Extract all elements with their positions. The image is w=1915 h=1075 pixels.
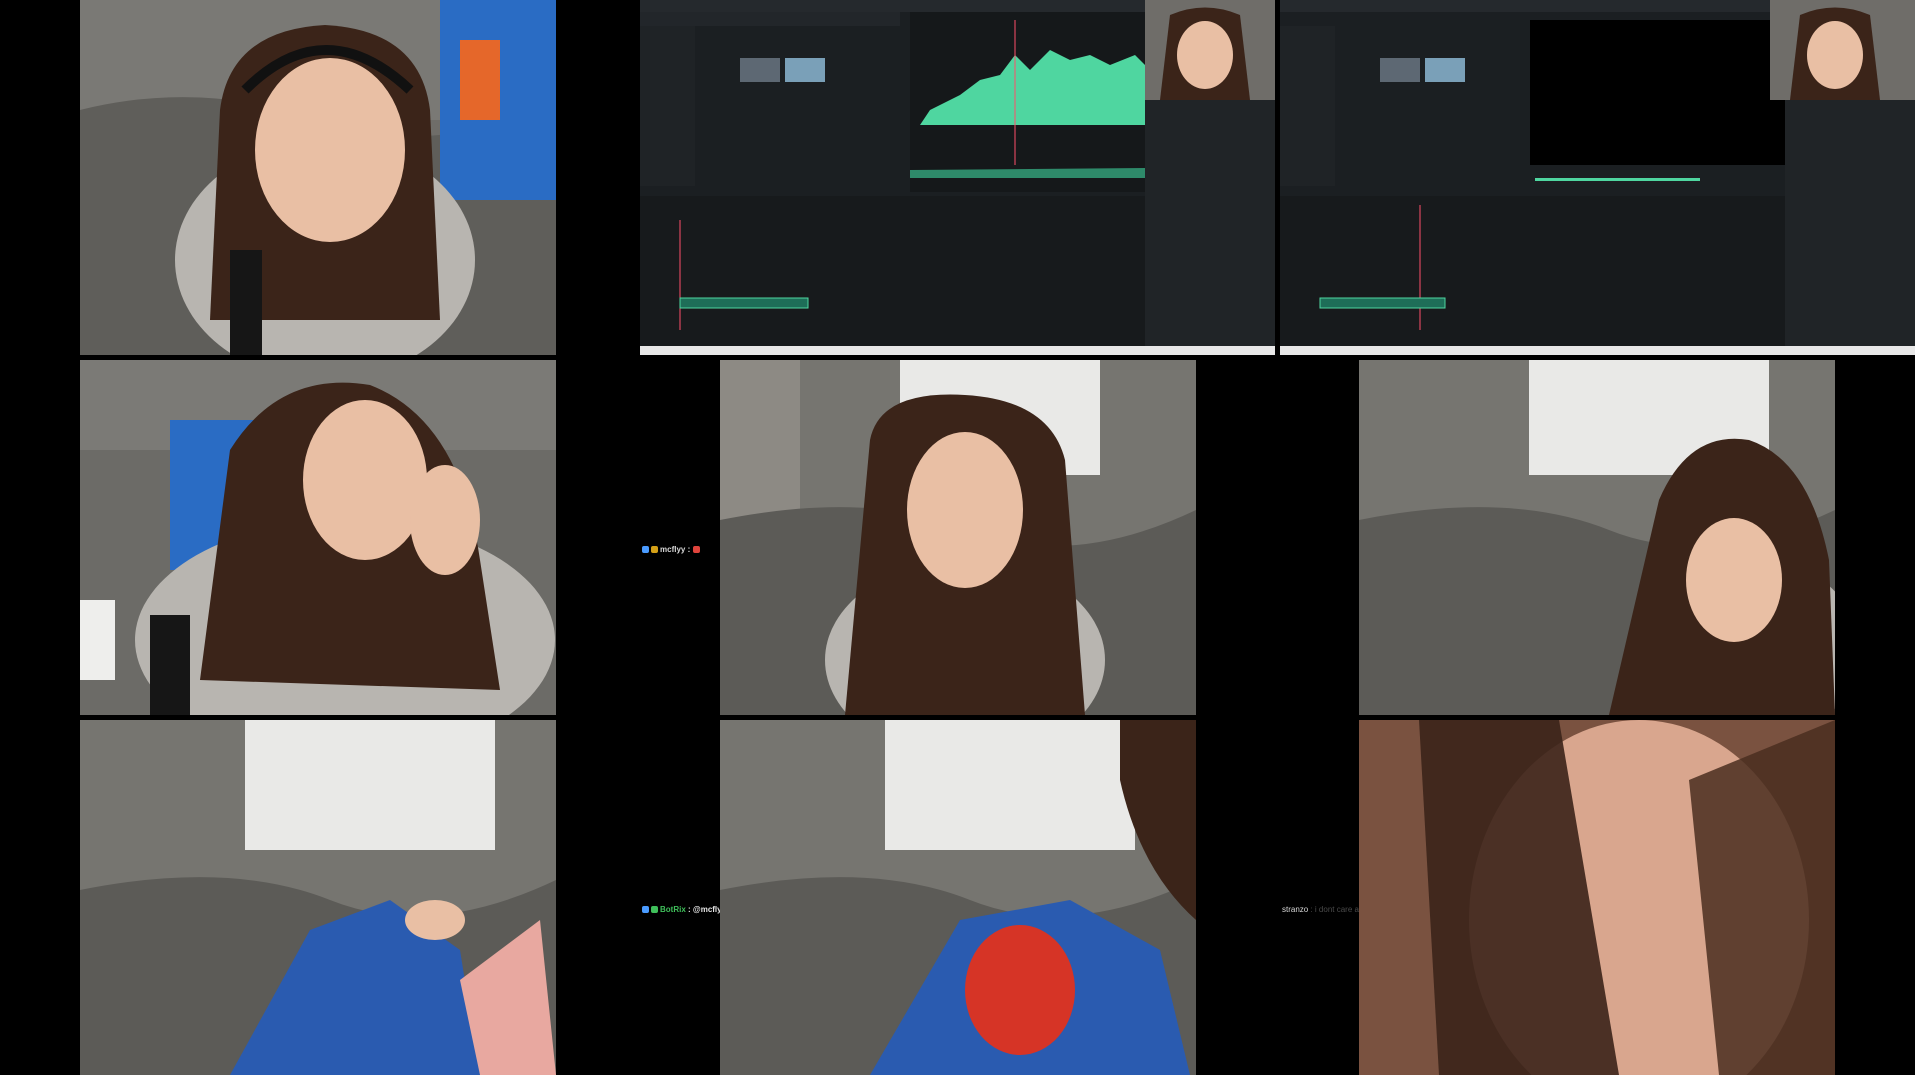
chat-username: stranzo (1282, 905, 1309, 914)
webcam-tile-spiderman-blanket (720, 720, 1196, 1075)
chat-message-stranzo: stranzo : i dont care a (1282, 905, 1359, 914)
webcam-tile-moving (1359, 360, 1835, 715)
check-badge-icon (642, 546, 649, 553)
crown-badge-icon (651, 546, 658, 553)
bot-badge-icon (651, 906, 658, 913)
emote-icon (692, 546, 700, 553)
check-badge-icon (642, 906, 649, 913)
webcam-frame-headset (80, 0, 556, 355)
video-editor-screenshot-right (1280, 0, 1915, 355)
chat-text: : (687, 545, 691, 554)
chat-text: : i dont care a (1310, 905, 1359, 914)
webcam-tile-blanket (80, 720, 556, 1075)
chat-username: mcflyy (660, 545, 686, 554)
webcam-tile-headset (80, 0, 556, 355)
webcam-tile-hair-touch (80, 360, 556, 715)
chat-message-mcflyy: mcflyy : (642, 545, 702, 554)
chat-username: BotRix (660, 905, 686, 914)
video-editor-screenshot-left (640, 0, 1275, 355)
webcam-tile-talking (720, 360, 1196, 715)
webcam-tile-blurry-closeup (1359, 720, 1835, 1075)
